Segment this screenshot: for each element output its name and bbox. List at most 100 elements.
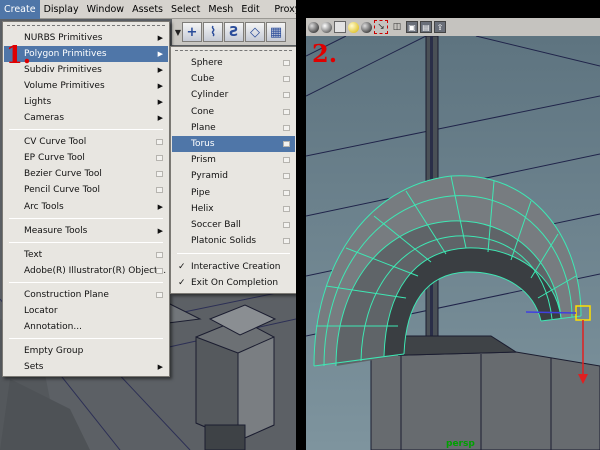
option-box-icon[interactable] <box>156 155 163 161</box>
submenu-item-prism[interactable]: Prism <box>172 152 295 168</box>
option-box-icon[interactable] <box>283 141 290 147</box>
right-screenshot-panel: ↘ ◫ ▣ ▤ ⇪ persp 2. <box>306 0 600 450</box>
option-box-icon[interactable] <box>156 171 163 177</box>
submenu-item-cylinder[interactable]: Cylinder <box>172 87 295 103</box>
menu-item-ep-curve-tool[interactable]: EP Curve Tool <box>4 150 168 166</box>
option-box-icon[interactable] <box>283 190 290 196</box>
light-bulb-icon[interactable] <box>348 21 359 33</box>
menu-item-arc-tools[interactable]: Arc Tools ▶ <box>4 199 168 215</box>
share-icon[interactable]: ⇪ <box>434 21 446 33</box>
menu-window[interactable]: Window <box>83 0 128 19</box>
menu-item-label: Empty Group <box>24 346 84 356</box>
menu-tearoff[interactable] <box>7 25 165 29</box>
option-box-icon[interactable] <box>283 222 290 228</box>
submenu-item-platonic-solids[interactable]: Platonic Solids <box>172 233 295 249</box>
menu-item-adobe-illustrator-object[interactable]: Adobe(R) Illustrator(R) Object... <box>4 263 168 279</box>
option-box-icon[interactable] <box>283 157 290 163</box>
menu-item-text[interactable]: Text <box>4 247 168 263</box>
menu-item-label: Cone <box>191 107 215 117</box>
menu-item-label: Polygon Primitives <box>24 49 107 59</box>
menu-item-label: Prism <box>191 155 216 165</box>
option-box-icon[interactable] <box>156 187 163 193</box>
option-box-icon[interactable] <box>283 109 290 115</box>
textured-sphere-icon[interactable] <box>361 21 372 33</box>
menu-tearoff[interactable] <box>175 50 292 54</box>
menu-item-bezier-curve-tool[interactable]: Bezier Curve Tool <box>4 166 168 182</box>
grid-icon[interactable]: ▤ <box>420 21 432 33</box>
menu-mesh[interactable]: Mesh <box>204 0 237 19</box>
marquee-select-icon[interactable]: ↘ <box>374 20 388 34</box>
menu-item-cv-curve-tool[interactable]: CV Curve Tool <box>4 134 168 150</box>
submenu-item-soccer-ball[interactable]: Soccer Ball <box>172 217 295 233</box>
step-1-label: 1. <box>6 40 32 69</box>
curve-snap-icon[interactable]: ⌇ <box>203 22 223 42</box>
option-box-icon[interactable] <box>156 139 163 145</box>
menu-item-cameras[interactable]: Cameras ▶ <box>4 110 168 126</box>
menu-item-label: Locator <box>24 306 58 316</box>
option-box-icon[interactable] <box>283 173 290 179</box>
menu-item-label: Cylinder <box>191 90 229 100</box>
menu-item-label: Pencil Curve Tool <box>24 185 101 195</box>
menu-item-label: Arc Tools <box>24 202 64 212</box>
submenu-item-sphere[interactable]: Sphere <box>172 55 295 71</box>
s-curve-icon[interactable]: Ƨ <box>224 22 244 42</box>
menu-item-pencil-curve-tool[interactable]: Pencil Curve Tool <box>4 182 168 198</box>
option-box-icon[interactable] <box>283 206 290 212</box>
submenu-item-cone[interactable]: Cone <box>172 104 295 120</box>
option-box-icon[interactable] <box>156 252 163 258</box>
menu-separator <box>9 242 163 243</box>
menu-display[interactable]: Display <box>40 0 83 19</box>
panel-divider <box>296 0 306 450</box>
checkmark-icon: ✓ <box>178 262 186 272</box>
step-2-label: 2. <box>312 39 338 68</box>
perspective-viewport[interactable]: persp <box>306 35 600 450</box>
option-box-icon[interactable] <box>283 60 290 66</box>
option-box-icon[interactable] <box>283 92 290 98</box>
isolate-icon[interactable]: ◫ <box>390 20 404 34</box>
menu-assets[interactable]: Assets <box>128 0 167 19</box>
menu-item-locator[interactable]: Locator <box>4 303 168 319</box>
lit-sphere-icon[interactable] <box>321 21 332 33</box>
submenu-item-helix[interactable]: Helix <box>172 201 295 217</box>
checkmark-icon: ✓ <box>178 278 186 288</box>
toolbar-dropdown-arrow-icon[interactable]: ▼ <box>174 22 182 42</box>
menu-create[interactable]: Create <box>0 0 40 19</box>
submenu-item-cube[interactable]: Cube <box>172 71 295 87</box>
submenu-item-torus[interactable]: Torus <box>172 136 295 152</box>
menu-item-label: Construction Plane <box>24 290 109 300</box>
xray-icon[interactable]: ▣ <box>406 21 418 33</box>
menu-item-construction-plane[interactable]: Construction Plane <box>4 287 168 303</box>
submenu-item-interactive-creation[interactable]: ✓ Interactive Creation <box>172 259 295 275</box>
option-box-icon[interactable] <box>156 268 163 274</box>
menu-select[interactable]: Select <box>167 0 204 19</box>
menu-item-label: Sets <box>24 362 44 372</box>
menu-item-sets[interactable]: Sets ▶ <box>4 359 168 375</box>
submenu-arrow-icon: ▶ <box>157 34 163 42</box>
menu-item-annotation[interactable]: Annotation... <box>4 319 168 335</box>
option-box-icon[interactable] <box>283 238 290 244</box>
menu-item-volume-primitives[interactable]: Volume Primitives ▶ <box>4 78 168 94</box>
menu-item-measure-tools[interactable]: Measure Tools ▶ <box>4 223 168 239</box>
option-box-icon[interactable] <box>283 125 290 131</box>
menu-item-empty-group[interactable]: Empty Group <box>4 343 168 359</box>
menu-proxy[interactable]: Proxy <box>270 0 296 19</box>
menu-separator <box>177 253 290 254</box>
menu-separator <box>9 338 163 339</box>
submenu-item-exit-on-completion[interactable]: ✓ Exit On Completion <box>172 275 295 291</box>
submenu-item-plane[interactable]: Plane <box>172 120 295 136</box>
flat-shade-icon[interactable] <box>334 21 346 33</box>
menu-item-lights[interactable]: Lights ▶ <box>4 94 168 110</box>
submenu-item-pyramid[interactable]: Pyramid <box>172 168 295 184</box>
option-box-icon[interactable] <box>283 76 290 82</box>
menu-item-label: Bezier Curve Tool <box>24 169 102 179</box>
menu-item-label: Exit On Completion <box>191 278 279 288</box>
option-box-icon[interactable] <box>156 292 163 298</box>
menu-edit-mesh[interactable]: Edit Mesh <box>237 0 270 34</box>
plane-grid-icon[interactable]: ◇ <box>245 22 265 42</box>
plus-snap-icon[interactable]: + <box>182 22 202 42</box>
menu-item-label: Soccer Ball <box>191 220 241 230</box>
submenu-item-pipe[interactable]: Pipe <box>172 185 295 201</box>
submenu-arrow-icon: ▶ <box>157 363 163 371</box>
grid-box-icon[interactable]: ▦ <box>266 22 286 42</box>
shaded-sphere-icon[interactable] <box>308 21 319 33</box>
